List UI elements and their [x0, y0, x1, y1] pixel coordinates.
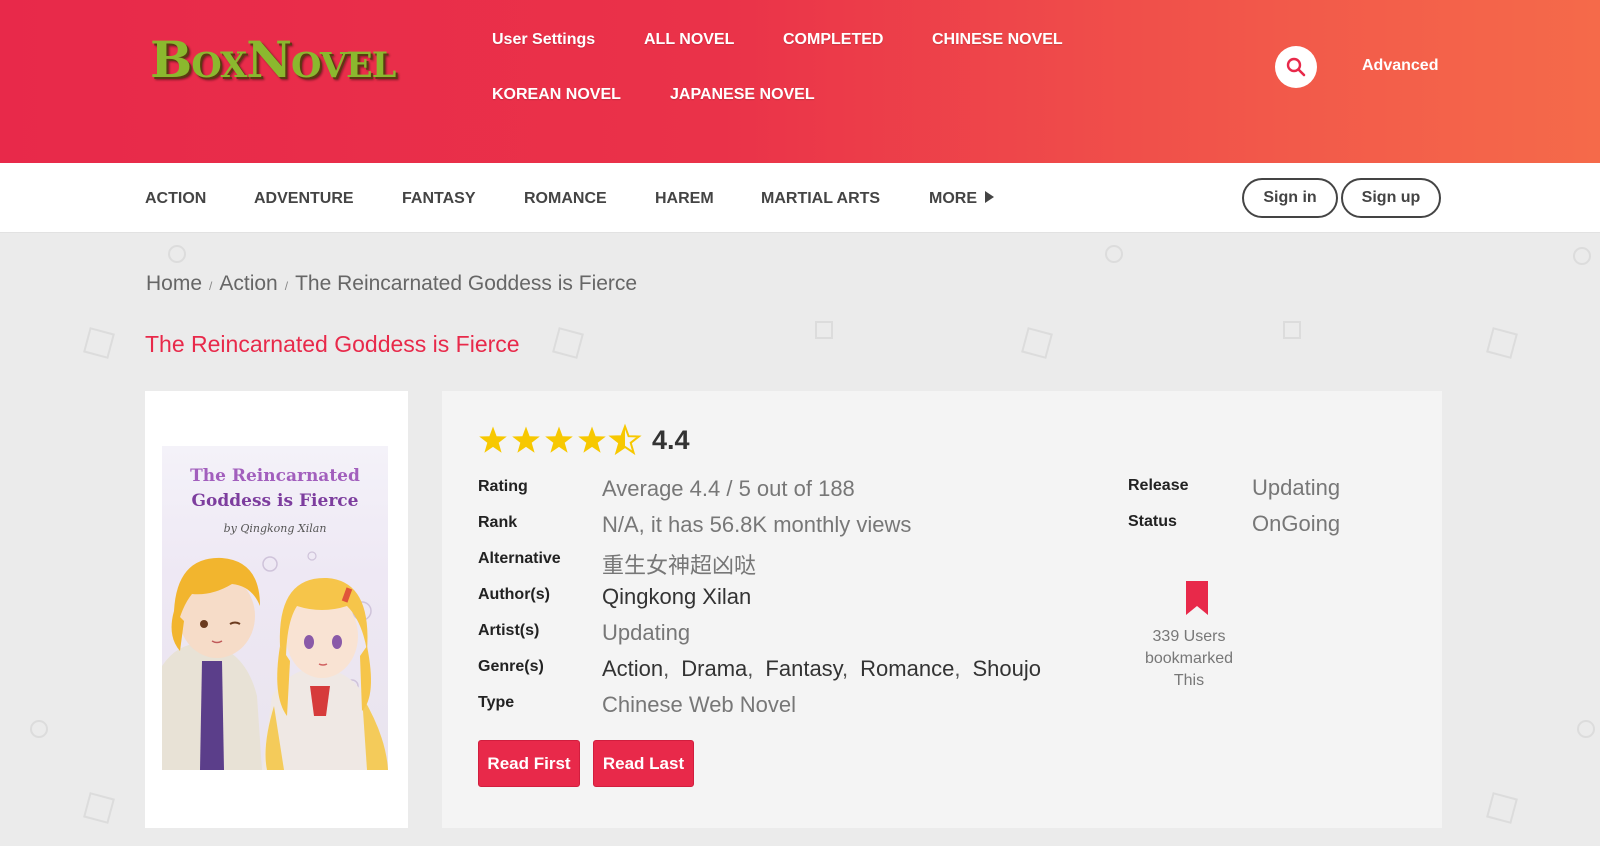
genre-link[interactable]: Shoujo — [972, 656, 1041, 681]
detail-label: Genre(s) — [478, 658, 544, 675]
read-last-button[interactable]: Read Last — [593, 740, 694, 787]
detail-label: Author(s) — [478, 586, 550, 603]
page-title: The Reincarnated Goddess is Fierce — [145, 331, 520, 357]
rating-score: 4.4 — [652, 425, 690, 455]
genre-link[interactable]: Action — [602, 656, 663, 681]
cover-panel: The Reincarnated Goddess is Fierce by Qi… — [145, 391, 408, 828]
detail-value: 重生女神超凶哒 — [602, 553, 757, 578]
nav-user-settings[interactable]: User Settings — [492, 31, 595, 49]
breadcrumb-home[interactable]: Home — [146, 272, 202, 295]
search-button[interactable] — [1275, 46, 1317, 88]
detail-label: Artist(s) — [478, 622, 540, 639]
author-link[interactable]: Qingkong Xilan — [602, 584, 751, 610]
separator: , — [747, 656, 754, 681]
detail-value: N/A, it has 56.8K monthly views — [602, 512, 912, 537]
separator: , — [663, 656, 670, 681]
detail-label: Rank — [478, 514, 518, 531]
detail-label: Type — [478, 694, 515, 711]
genre-link[interactable]: Romance — [860, 656, 954, 681]
genre-adventure[interactable]: ADVENTURE — [254, 190, 354, 208]
caret-right-icon — [985, 191, 994, 203]
cover-image[interactable]: The Reincarnated Goddess is Fierce by Qi… — [162, 446, 388, 770]
site-logo[interactable]: BoxNovel — [150, 30, 396, 89]
genre-more-label: MORE — [929, 190, 977, 207]
detail-value: OnGoing — [1252, 511, 1341, 536]
bookmark-count: 339 Users bookmarked This — [1129, 626, 1249, 692]
breadcrumb-separator: / — [209, 279, 213, 293]
search-icon — [1286, 57, 1306, 77]
bookmark-count-line: This — [1173, 672, 1205, 689]
detail-value: Average 4.4 / 5 out of 188 — [602, 476, 855, 501]
star-rating-icons — [479, 425, 640, 454]
detail-value: Updating — [1252, 475, 1341, 500]
genre-action[interactable]: ACTION — [145, 190, 206, 208]
advanced-search-link[interactable]: Advanced — [1362, 57, 1438, 75]
nav-completed[interactable]: COMPLETED — [783, 31, 883, 49]
breadcrumb-current: The Reincarnated Goddess is Fierce — [295, 272, 638, 295]
detail-label: Release — [1128, 477, 1189, 494]
nav-chinese-novel[interactable]: CHINESE NOVEL — [932, 31, 1063, 49]
genre-martial-arts[interactable]: MARTIAL ARTS — [761, 190, 880, 208]
cover-illustration — [162, 551, 388, 770]
detail-label: Rating — [478, 478, 528, 495]
separator: , — [954, 656, 961, 681]
breadcrumb-category[interactable]: Action — [219, 272, 277, 295]
bookmark-button[interactable] — [1186, 581, 1208, 620]
genre-list: Action, Drama, Fantasy, Romance, Shoujo — [602, 656, 1041, 682]
bookmark-icon — [1186, 581, 1208, 615]
genre-link[interactable]: Drama — [681, 656, 747, 681]
star-rating[interactable] — [478, 423, 648, 457]
breadcrumb: Home / Action / The Reincarnated Goddess is … — [146, 272, 637, 296]
breadcrumb-separator: / — [284, 279, 289, 293]
nav-korean-novel[interactable]: KOREAN NOVEL — [492, 86, 621, 104]
genre-romance[interactable]: ROMANCE — [524, 190, 607, 208]
genre-fantasy[interactable]: FANTASY — [402, 190, 475, 208]
genre-more[interactable]: MORE — [929, 190, 994, 208]
info-panel: 4.4 Rating Average 4.4 / 5 out of 188 Ra… — [442, 391, 1442, 828]
top-header: BoxNovel User Settings ALL NOVEL COMPLET… — [0, 0, 1600, 163]
sign-in-button[interactable]: Sign in — [1242, 178, 1338, 218]
sign-up-button[interactable]: Sign up — [1341, 178, 1441, 218]
detail-value: Chinese Web Novel — [602, 692, 797, 717]
detail-label: Status — [1128, 513, 1177, 530]
separator: , — [842, 656, 849, 681]
bookmark-count-line: 339 Users — [1152, 628, 1226, 645]
detail-value: Updating — [602, 620, 691, 645]
genre-link[interactable]: Fantasy — [765, 656, 842, 681]
bookmark-count-line: bookmarked — [1144, 650, 1234, 667]
detail-label: Alternative — [478, 550, 561, 567]
nav-all-novel[interactable]: ALL NOVEL — [644, 31, 734, 49]
read-first-button[interactable]: Read First — [478, 740, 580, 787]
nav-japanese-novel[interactable]: JAPANESE NOVEL — [670, 86, 815, 104]
genre-harem[interactable]: HAREM — [655, 190, 714, 208]
